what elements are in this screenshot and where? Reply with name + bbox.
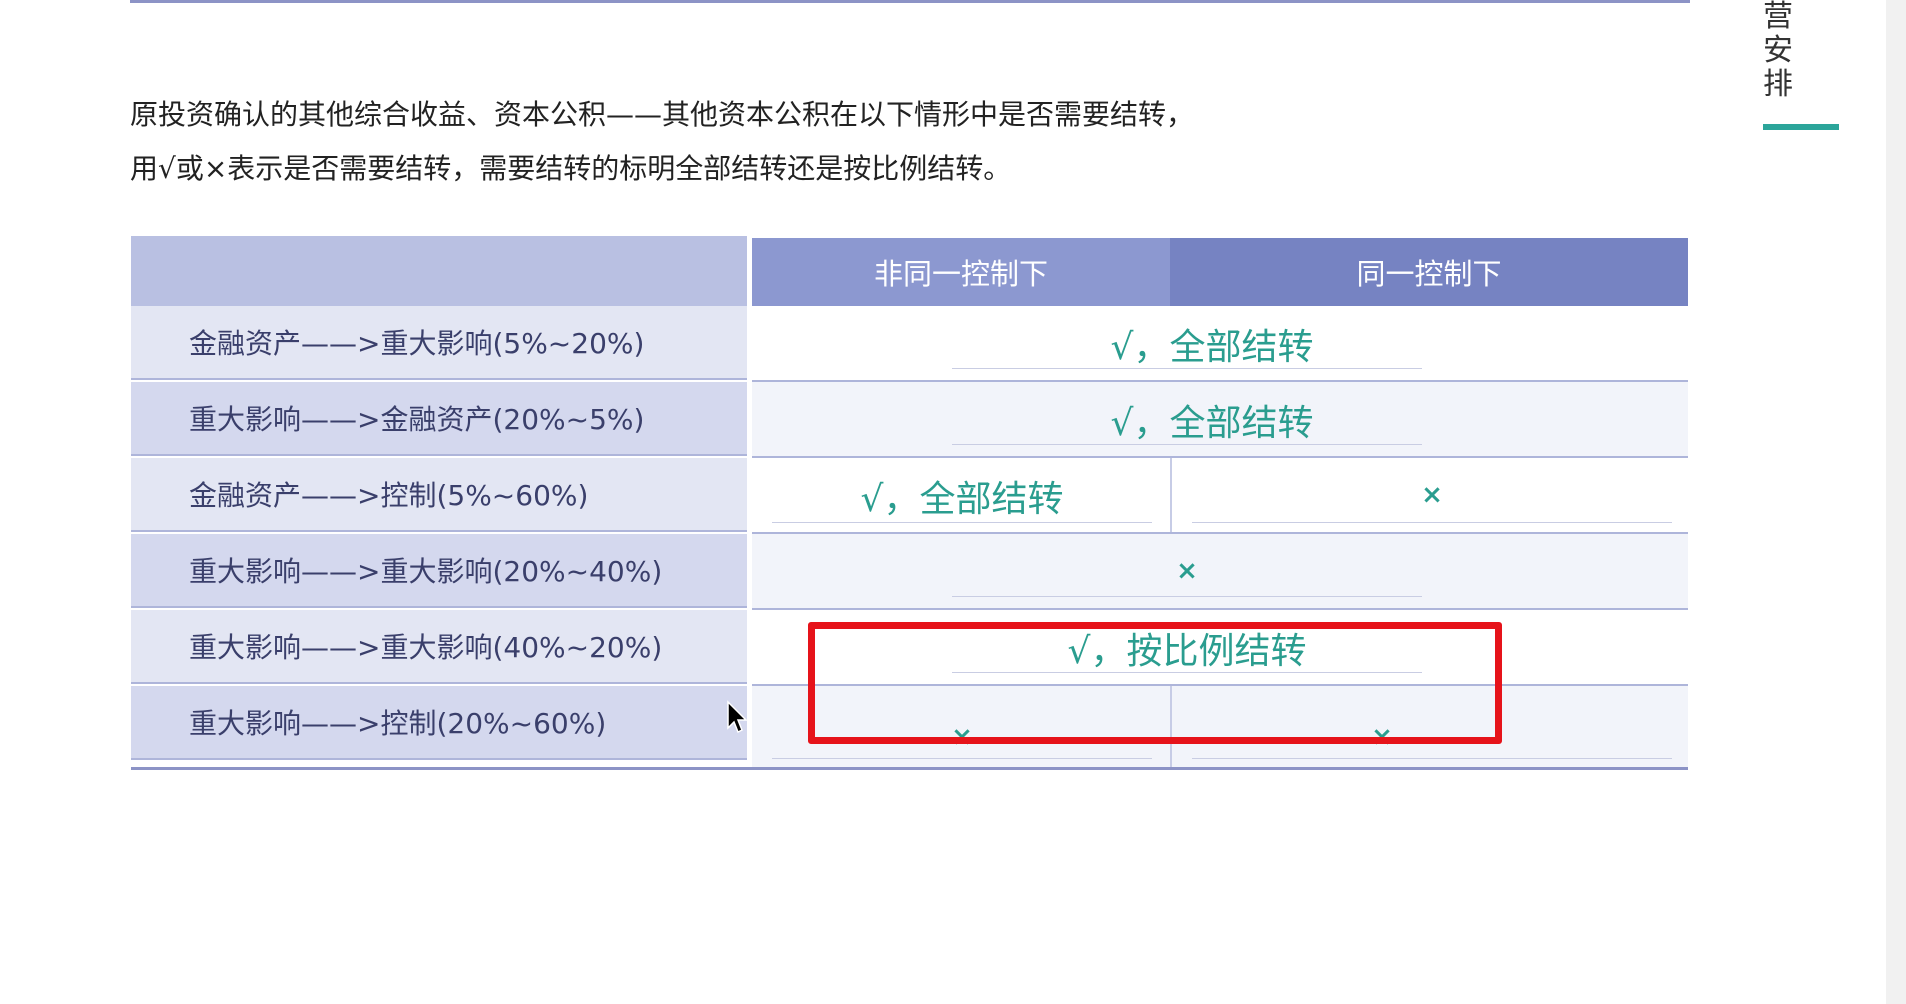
side-char-1: 营 — [1763, 0, 1793, 34]
handwritten-answer: × — [1176, 556, 1198, 586]
table-row-label: 金融资产——>控制(5%~60%) — [131, 458, 747, 532]
answer-underline — [952, 368, 1422, 369]
question-text: 原投资确认的其他综合收益、资本公积——其他资本公积在以下情形中是否需要结转， 用… — [130, 88, 1630, 196]
side-char-3: 排 — [1763, 67, 1793, 102]
question-line-1: 原投资确认的其他综合收益、资本公积——其他资本公积在以下情形中是否需要结转， — [130, 98, 1195, 131]
handwritten-answer: √，全部结转 — [860, 479, 1064, 520]
table-row-cells: × — [752, 534, 1688, 610]
side-char-2: 安 — [1763, 33, 1793, 68]
top-divider — [130, 0, 1690, 3]
table-row-label: 重大影响——>金融资产(20%~5%) — [131, 382, 747, 456]
table-row-cells: √，全部结转 × — [752, 458, 1688, 534]
table-row-label: 金融资产——>重大影响(5%~20%) — [131, 306, 747, 380]
side-accent-rule — [1763, 124, 1839, 130]
handwritten-answer: √，全部结转 — [1110, 327, 1314, 368]
table-row-label: 重大影响——>重大影响(40%~20%) — [131, 610, 747, 684]
scrollbar-track[interactable] — [1886, 0, 1906, 1004]
table-row-cells: √，全部结转 — [752, 306, 1688, 382]
answer-underline — [772, 522, 1152, 523]
column-divider — [1170, 458, 1172, 532]
answer-underline — [772, 758, 1152, 759]
red-highlight-annotation — [808, 622, 1502, 744]
table-row-label: 重大影响——>重大影响(20%~40%) — [131, 534, 747, 608]
mouse-cursor-icon — [727, 700, 748, 734]
table-header-common-control: 同一控制下 — [1170, 238, 1688, 306]
table-row-cells: √，全部结转 — [752, 382, 1688, 458]
handwritten-answer: × — [1421, 480, 1443, 510]
table-bottom-border — [131, 767, 1688, 770]
table-row-label: 重大影响——>控制(20%~60%) — [131, 686, 747, 760]
answer-underline — [952, 596, 1422, 597]
table-header-non-common-control: 非同一控制下 — [752, 238, 1170, 306]
question-line-2: 用√或×表示是否需要结转，需要结转的标明全部结转还是按比例结转。 — [130, 152, 1012, 185]
answer-underline — [1192, 522, 1672, 523]
handwritten-answer: √，全部结转 — [1110, 403, 1314, 444]
side-vertical-label: 营 安 排 — [1758, 0, 1798, 102]
answer-underline — [1192, 758, 1672, 759]
table-header-corner — [131, 236, 747, 306]
answer-underline — [952, 444, 1422, 445]
document-page: 营 安 排 原投资确认的其他综合收益、资本公积——其他资本公积在以下情形中是否需… — [0, 0, 1906, 1004]
